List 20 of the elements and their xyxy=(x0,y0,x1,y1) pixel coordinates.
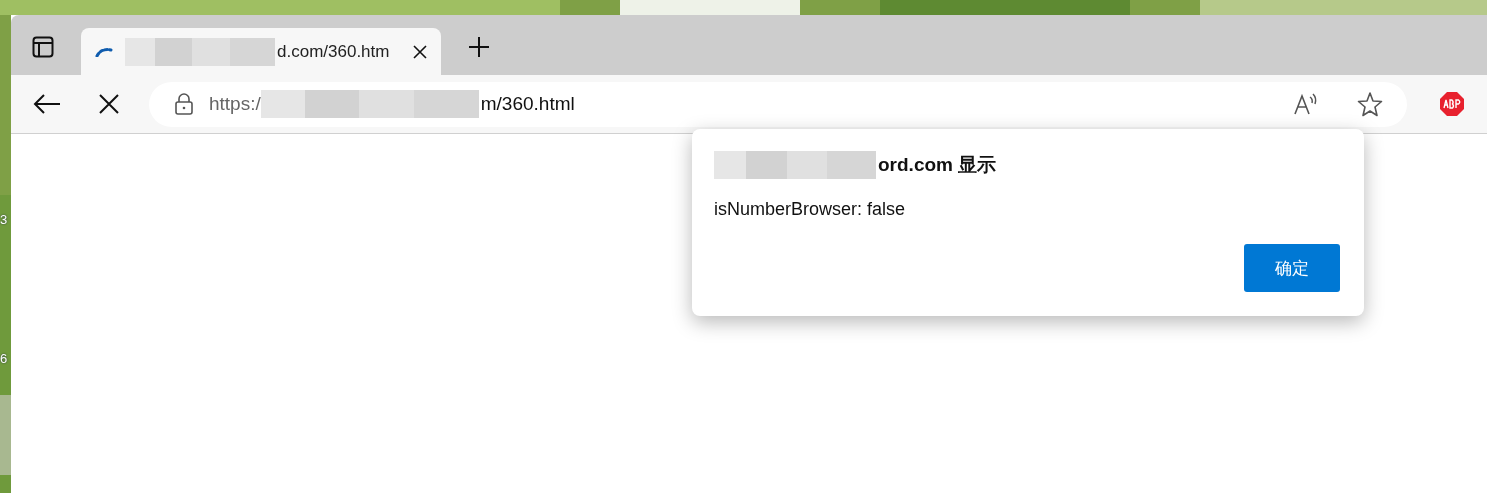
close-icon[interactable] xyxy=(413,44,427,59)
dialog-message: isNumberBrowser: false xyxy=(714,199,907,220)
tab-actions-icon xyxy=(32,36,54,58)
loading-spinner-icon xyxy=(95,46,115,57)
star-icon[interactable] xyxy=(1357,91,1383,117)
ok-button[interactable]: 确定 xyxy=(1244,244,1340,292)
tab-title: d.com/360.htm xyxy=(277,41,390,62)
address-bar[interactable]: https:/ m/360.html xyxy=(149,81,1407,127)
desktop-icon-label: 6 xyxy=(0,351,8,366)
plus-icon xyxy=(468,36,490,58)
read-aloud-icon[interactable] xyxy=(1293,93,1319,115)
dialog-title: ord.com 显示 xyxy=(878,153,997,177)
back-icon[interactable] xyxy=(33,93,61,115)
url-text: m/360.html xyxy=(480,93,575,115)
url-text: https:/ xyxy=(209,93,261,115)
desktop-icon-label: 3 xyxy=(0,212,8,227)
adblock-icon[interactable] xyxy=(1439,91,1465,117)
lock-icon xyxy=(175,93,193,115)
stop-icon[interactable] xyxy=(99,94,119,114)
browser-tab[interactable]: d.com/360.htm xyxy=(81,28,441,75)
